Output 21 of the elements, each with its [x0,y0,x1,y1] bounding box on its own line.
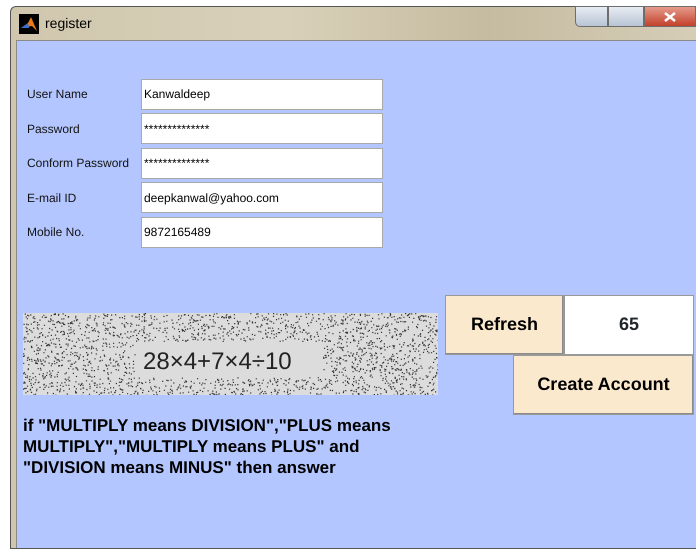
refresh-button[interactable]: Refresh [445,294,564,354]
minimize-button[interactable] [575,6,608,27]
input-field[interactable]: ************** [141,113,383,144]
field-label: User Name [27,86,89,104]
input-field[interactable]: ************** [141,148,383,179]
answer-field[interactable]: 65 [564,294,694,354]
instruction-text: if "MULTIPLY means DIVISION","PLUS means MULTIPLY","MULTIPLY means PLUS" and "DIVISION means MINUS" then answer [23,414,392,478]
field-label: Conform Password [27,155,130,172]
field-label: Password [27,120,81,138]
input-field[interactable]: 9872165489 [141,216,383,248]
field-label: Mobile No. [27,224,86,242]
close-icon [664,12,676,22]
window-title: register [45,14,92,33]
field-label: E-mail ID [27,190,78,207]
close-button[interactable] [644,6,696,27]
input-field[interactable]: Kanwaldeep [141,78,383,110]
create-account-button[interactable]: Create Account [513,354,694,414]
input-field[interactable]: deepkanwal@yahoo.com [141,182,383,214]
captcha-text: 28×4+7×4÷10 [143,348,292,374]
app-icon [19,14,39,34]
maximize-button[interactable] [608,6,644,27]
